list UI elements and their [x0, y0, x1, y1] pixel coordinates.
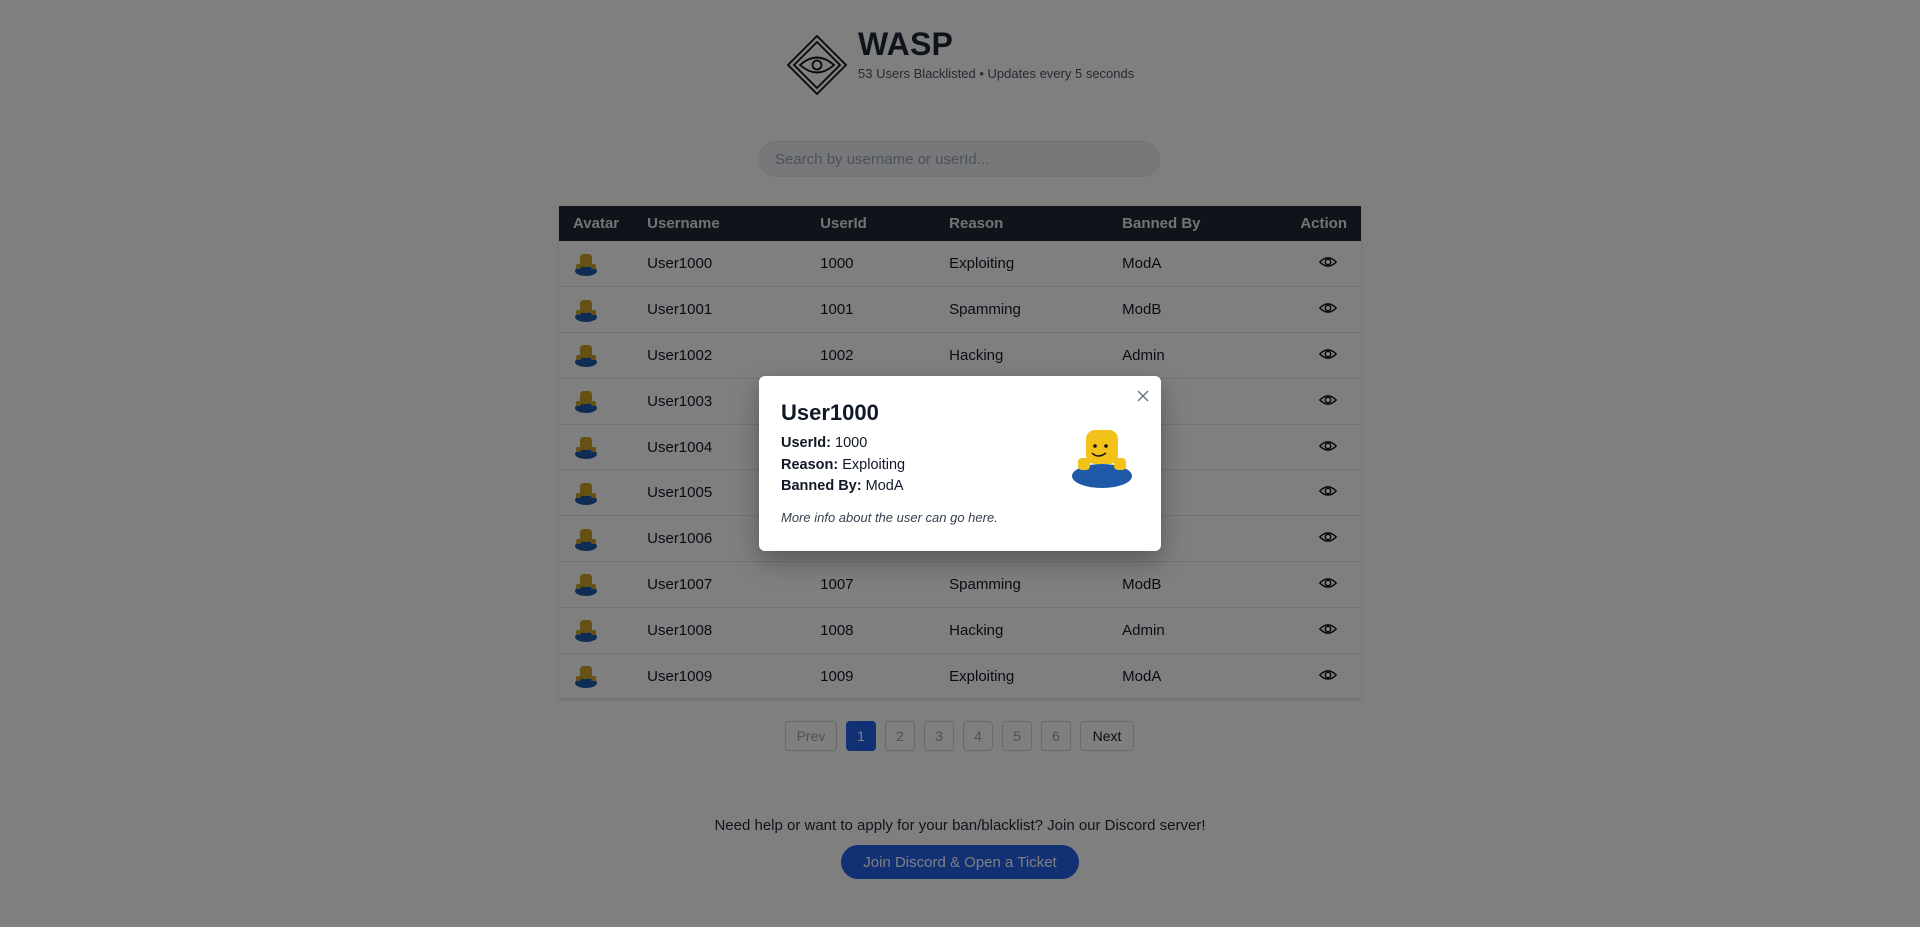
close-icon[interactable]: [1135, 388, 1151, 404]
modal-username: User1000: [781, 400, 879, 425]
user-detail-modal: User1000 UserId: 1000 Reason: Exploiting…: [759, 376, 1161, 551]
page: WASP 53 Users Blacklisted • Updates ever…: [0, 0, 1920, 927]
modal-userid-label: UserId:: [781, 435, 831, 451]
modal-userid-value: 1000: [835, 435, 868, 451]
modal-reason-label: Reason:: [781, 456, 839, 473]
avatar-icon: [1072, 430, 1132, 488]
modal-reason-value: Exploiting: [842, 456, 906, 473]
modal-note: More info about the user can go here.: [781, 509, 998, 525]
modal-banned-by-value: ModA: [865, 478, 904, 494]
modal-banned-by-label: Banned By:: [781, 478, 862, 494]
